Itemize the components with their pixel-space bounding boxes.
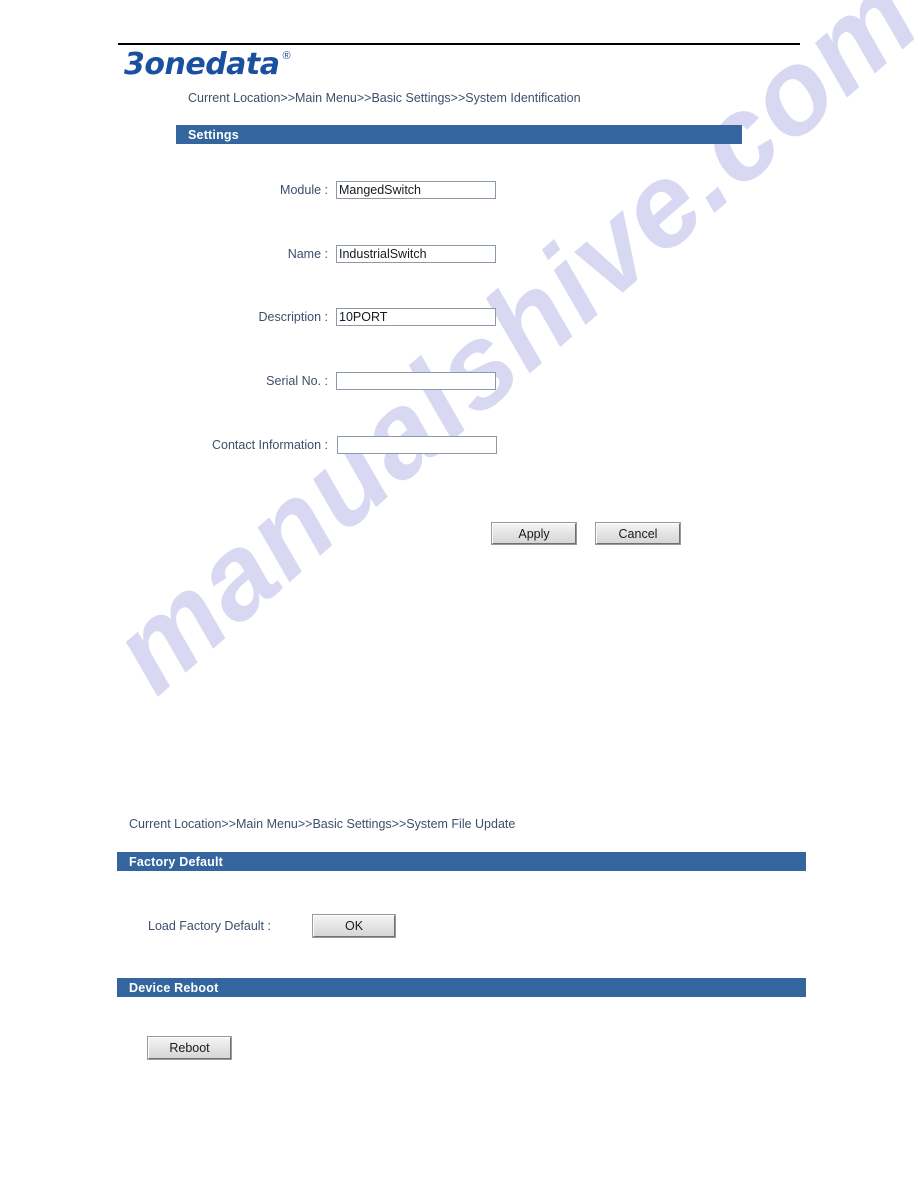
serial-no-input[interactable] (336, 372, 496, 390)
apply-button[interactable]: Apply (491, 522, 577, 545)
form-row-description: Description : (180, 308, 520, 330)
form-row-contact-information: Contact Information : (180, 436, 520, 458)
load-factory-default-ok-button[interactable]: OK (312, 914, 396, 938)
section-header-device-reboot: Device Reboot (117, 978, 806, 997)
form-row-module: Module : (180, 181, 520, 203)
section-header-factory-default-label: Factory Default (129, 854, 223, 869)
breadcrumb-system-file-update: Current Location>>Main Menu>>Basic Setti… (129, 817, 516, 831)
description-input[interactable] (336, 308, 496, 326)
section-header-settings-label: Settings (188, 127, 239, 142)
section-header-factory-default: Factory Default (117, 852, 806, 871)
section-header-settings: Settings (176, 125, 742, 144)
breadcrumb-system-identification: Current Location>>Main Menu>>Basic Setti… (188, 91, 581, 105)
form-row-name: Name : (180, 245, 520, 267)
cancel-button[interactable]: Cancel (595, 522, 681, 545)
section-header-device-reboot-label: Device Reboot (129, 980, 219, 995)
document-page: 3onedata ® Current Location>>Main Menu>>… (0, 0, 918, 1188)
contact-information-label: Contact Information : (211, 438, 328, 452)
name-input[interactable] (336, 245, 496, 263)
form-row-serial-no: Serial No. : (180, 372, 520, 394)
header-divider-rule (118, 43, 800, 45)
brand-logo: 3onedata ® (124, 50, 291, 82)
reboot-button[interactable]: Reboot (147, 1036, 232, 1060)
registered-trademark-icon: ® (282, 50, 291, 62)
contact-information-input[interactable] (337, 436, 497, 454)
module-label: Module : (280, 183, 328, 197)
name-label: Name : (287, 247, 328, 261)
module-input[interactable] (336, 181, 496, 199)
load-factory-default-label: Load Factory Default : (148, 919, 271, 933)
description-label: Description : (258, 310, 328, 324)
brand-logo-text: 3onedata (124, 47, 280, 82)
serial-no-label: Serial No. : (266, 374, 328, 388)
